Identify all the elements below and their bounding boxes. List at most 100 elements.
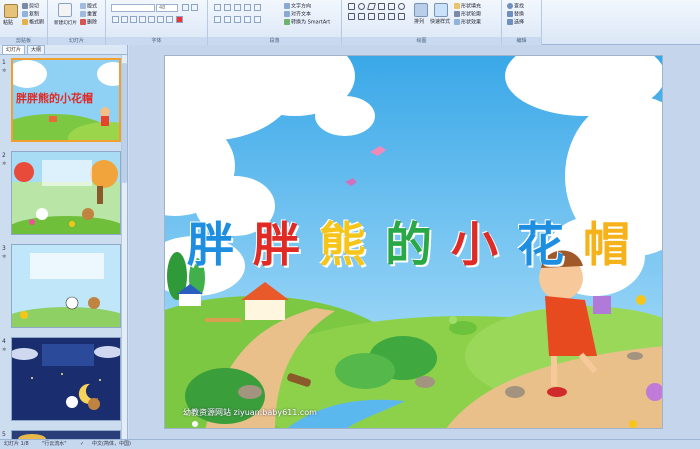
decrease-indent-button[interactable] <box>234 4 241 11</box>
increase-indent-button[interactable] <box>244 4 251 11</box>
panel-scrollbar[interactable] <box>121 55 127 439</box>
thumb-2-art <box>12 152 120 234</box>
current-slide[interactable]: 胖胖熊的小花帽 幼教资源网站 ziyuan.baby611.com <box>164 55 663 429</box>
heart-shape-icon[interactable] <box>378 13 385 20</box>
reset-icon <box>80 11 86 17</box>
justify-button[interactable] <box>244 16 251 23</box>
group-label: 编辑 <box>502 37 541 45</box>
delete-button[interactable]: 删除 <box>80 19 97 27</box>
group-label: 幻灯片 <box>48 37 105 45</box>
smartart-button[interactable]: 转换为 SmartArt <box>284 19 330 27</box>
spacing-button[interactable] <box>157 16 164 23</box>
cut-button[interactable]: 剪切 <box>22 3 39 11</box>
bold-button[interactable] <box>112 16 119 23</box>
more-shapes-icon[interactable] <box>398 13 405 20</box>
tab-outline[interactable]: 大纲 <box>27 45 46 54</box>
outline-icon <box>454 11 460 17</box>
copy-icon <box>22 11 28 17</box>
group-slides: 新建幻灯片 版式 重置 删除 幻灯片 <box>48 0 106 45</box>
cursor-icon <box>507 19 513 25</box>
brush-icon <box>22 19 28 25</box>
paste-button[interactable]: 粘贴 <box>3 20 13 27</box>
curve-shape-icon[interactable] <box>348 13 355 20</box>
group-label: 字体 <box>106 37 207 45</box>
quick-styles-button[interactable]: 快速样式 <box>430 19 450 26</box>
grow-font-button[interactable] <box>182 4 189 11</box>
tab-slides[interactable]: 幻灯片 <box>2 45 26 54</box>
effects-icon <box>454 19 460 25</box>
thumb-4-art <box>12 338 120 420</box>
triangle-shape-icon[interactable] <box>388 3 395 10</box>
thumb-number: 2 <box>2 152 6 159</box>
circle-shape-icon[interactable] <box>398 3 405 10</box>
underline-button[interactable] <box>130 16 137 23</box>
brace-shape-icon[interactable] <box>358 13 365 20</box>
reset-button[interactable]: 重置 <box>80 11 97 19</box>
layout-button[interactable]: 版式 <box>80 3 97 11</box>
align-text-icon <box>284 11 290 17</box>
thumb-number: 3 <box>2 245 6 252</box>
arrange-icon <box>414 3 428 17</box>
shape-effects-button[interactable]: 形状效果 <box>454 19 481 27</box>
shape-outline-button[interactable]: 形状轮廓 <box>454 11 481 19</box>
find-button[interactable]: 查找 <box>507 3 524 11</box>
format-painter-button[interactable]: 格式刷 <box>22 19 44 27</box>
language-indicator[interactable]: 中文(简体，中国) <box>92 440 131 449</box>
line-spacing-button[interactable] <box>254 4 261 11</box>
align-left-button[interactable] <box>214 16 221 23</box>
fill-icon <box>454 3 460 9</box>
slide-editor: 胖胖熊的小花帽 幼教资源网站 ziyuan.baby611.com <box>129 45 700 439</box>
rectangle-shape-icon[interactable] <box>348 3 355 10</box>
arrange-button[interactable]: 排列 <box>414 19 424 26</box>
oval-shape-icon[interactable] <box>358 3 365 10</box>
slide-thumbnail-1[interactable]: 胖胖熊的小花帽 <box>11 58 121 142</box>
align-center-button[interactable] <box>224 16 231 23</box>
star-shape-icon[interactable] <box>368 13 375 20</box>
theme-name: "行云流水" <box>42 441 67 447</box>
replace-button[interactable]: 替换 <box>507 11 524 19</box>
line-shape-icon[interactable] <box>367 3 376 10</box>
thumb-3-art <box>12 245 120 327</box>
new-slide-button[interactable]: 新建幻灯片 <box>54 20 77 27</box>
shape-fill-button[interactable]: 形状填充 <box>454 3 481 11</box>
slide-thumbnail-2[interactable] <box>11 151 121 235</box>
callout-shape-icon[interactable] <box>388 13 395 20</box>
transition-star-icon: ✲ <box>2 68 7 74</box>
shadow-button[interactable] <box>148 16 155 23</box>
select-button[interactable]: 选择 <box>507 19 524 27</box>
columns-button[interactable] <box>254 16 261 23</box>
shrink-font-button[interactable] <box>191 4 198 11</box>
transition-star-icon: ✲ <box>2 161 7 167</box>
panel-tabs: 幻灯片 大纲 <box>0 45 127 55</box>
italic-button[interactable] <box>121 16 128 23</box>
layout-icon <box>80 3 86 9</box>
watermark-text: 幼教资源网站 ziyuan.baby611.com <box>183 408 317 417</box>
group-label: 绘图 <box>342 37 501 45</box>
spellcheck-icon[interactable]: ✓ <box>80 440 84 449</box>
align-text-button[interactable]: 对齐文本 <box>284 11 311 19</box>
slide-thumbnail-4[interactable] <box>11 337 121 421</box>
group-label: 段落 <box>208 37 341 45</box>
font-size-combo[interactable]: 48 <box>156 4 178 12</box>
thumb-1-title: 胖胖熊的小花帽 <box>16 92 93 105</box>
search-icon <box>507 3 513 9</box>
thumbnail-list: 1 ✲ 胖胖熊的小花帽 2 ✲ 3 ✲ 4 ✲ 5 <box>0 55 124 444</box>
text-direction-button[interactable]: 文字方向 <box>284 3 311 11</box>
title-char: 花 <box>517 218 564 273</box>
copy-button[interactable]: 复制 <box>22 11 39 19</box>
scrollbar-thumb[interactable] <box>122 63 127 183</box>
font-name-combo[interactable] <box>111 4 155 12</box>
strikethrough-button[interactable] <box>139 16 146 23</box>
delete-icon <box>80 19 86 25</box>
replace-icon <box>507 11 513 17</box>
case-button[interactable] <box>166 16 173 23</box>
numbering-button[interactable] <box>224 4 231 11</box>
thumb-number: 5 <box>2 431 6 438</box>
font-color-button[interactable] <box>176 16 183 23</box>
bullets-button[interactable] <box>214 4 221 11</box>
slide-thumbnail-3[interactable] <box>11 244 121 328</box>
ribbon: 粘贴 剪切 复制 格式刷 剪贴板 新建幻灯片 版式 重置 删除 幻灯片 48 字… <box>0 0 700 45</box>
align-right-button[interactable] <box>234 16 241 23</box>
title-char: 胖 <box>187 218 234 273</box>
arrow-shape-icon[interactable] <box>378 3 385 10</box>
